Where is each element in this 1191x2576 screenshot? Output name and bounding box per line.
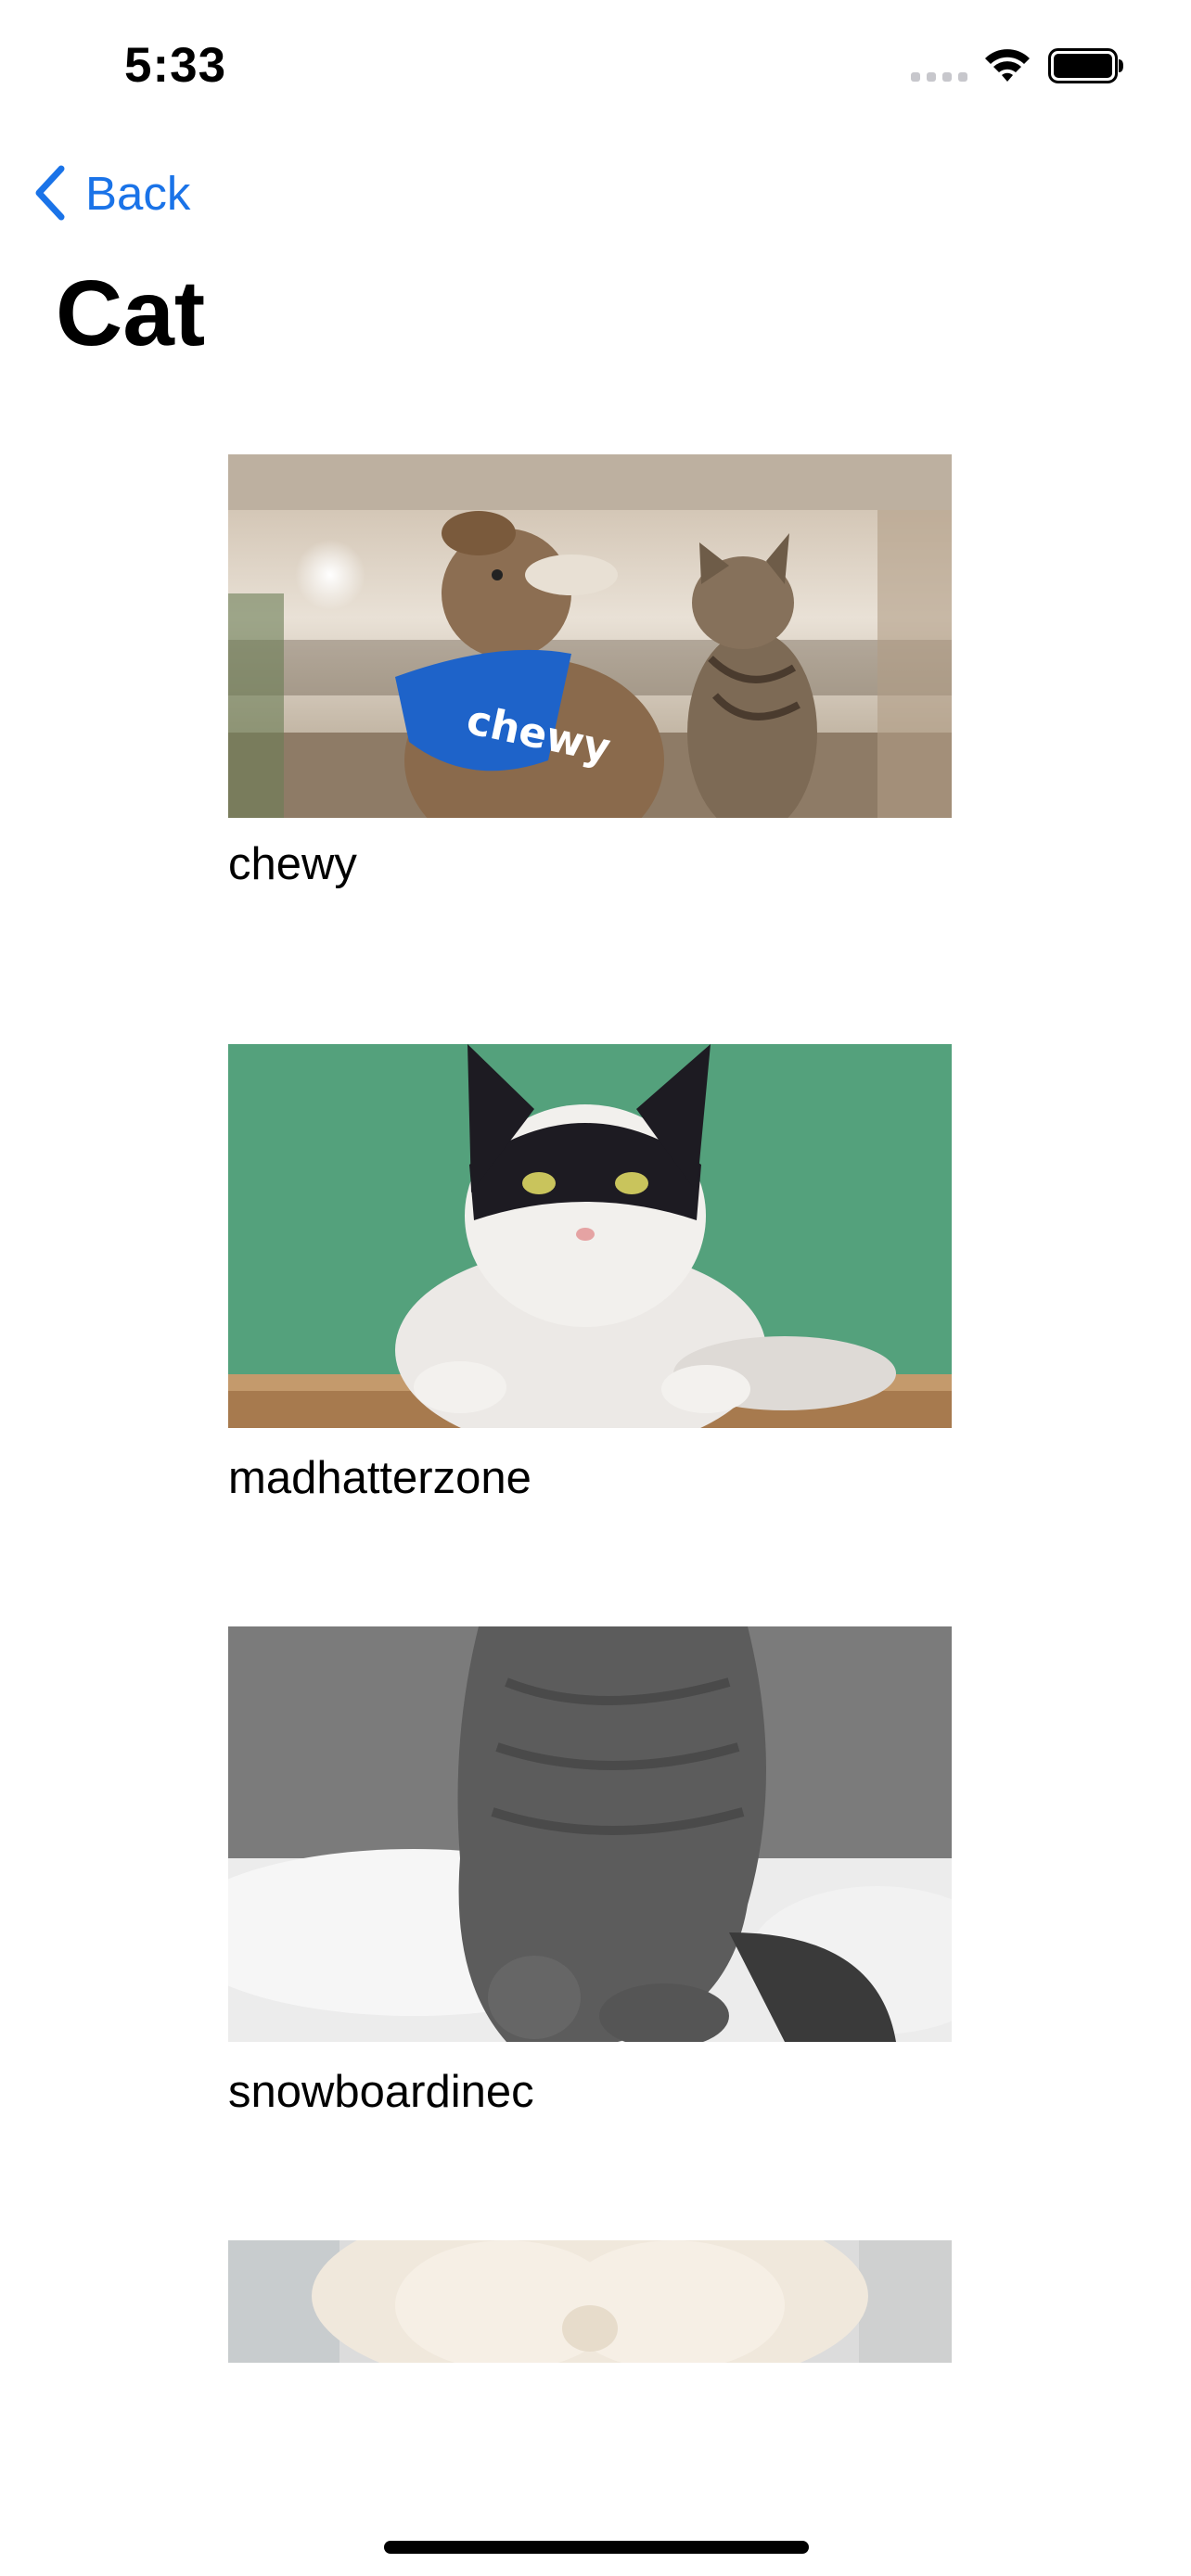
post-image-black-white-cat[interactable] [228, 1044, 952, 1428]
white-fluffy-cat-photo [228, 2240, 952, 2363]
home-indicator[interactable] [384, 2541, 809, 2554]
post-image-dog-and-cat[interactable]: chewy [228, 454, 952, 818]
back-button[interactable]: Back [32, 156, 190, 230]
dog-and-cat-photo: chewy [228, 454, 952, 818]
status-bar: 5:33 [0, 0, 1191, 139]
back-label: Back [85, 166, 191, 220]
post-username: chewy [228, 839, 357, 889]
post-username: madhatterzone [228, 1453, 531, 1503]
status-time: 5:33 [124, 38, 227, 93]
wifi-icon [985, 49, 1030, 82]
post-image-white-cat[interactable] [228, 2240, 952, 2363]
page-title: Cat [56, 261, 206, 365]
chevron-left-icon [35, 165, 65, 221]
post-image-gray-cat[interactable] [228, 1626, 952, 2042]
black-and-white-cat-photo [228, 1044, 952, 1428]
battery-icon [1048, 48, 1123, 83]
post-username: snowboardinec [228, 2067, 534, 2117]
cellular-signal-icon [911, 72, 968, 83]
gray-cat-photo [228, 1626, 952, 2042]
